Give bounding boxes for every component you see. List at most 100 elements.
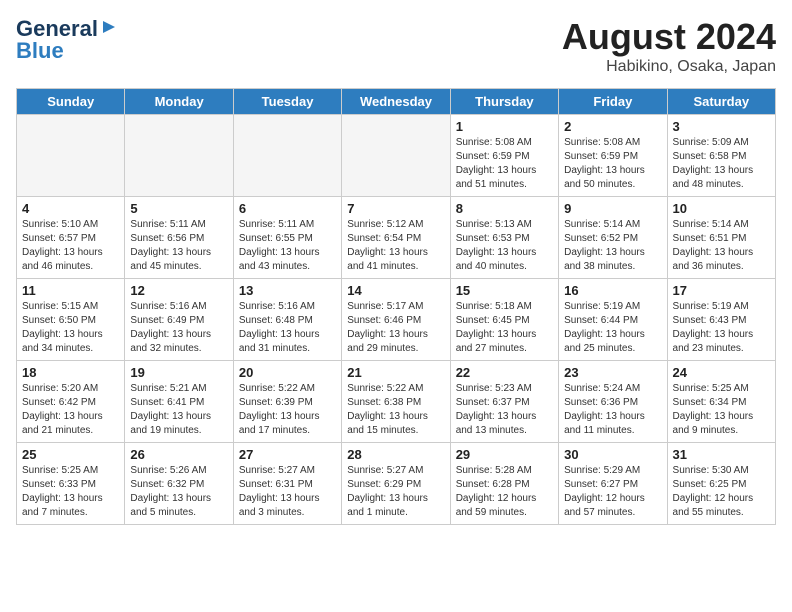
calendar-cell: 22 Sunrise: 5:23 AM Sunset: 6:37 PM Dayli… <box>450 361 558 443</box>
page-header: General Blue August 2024 Habikino, Osaka… <box>16 16 776 76</box>
day-info: Sunrise: 5:15 AM Sunset: 6:50 PM Dayligh… <box>22 300 119 356</box>
day-info: Sunrise: 5:14 AM Sunset: 6:52 PM Dayligh… <box>564 218 661 274</box>
calendar-cell: 2 Sunrise: 5:08 AM Sunset: 6:59 PM Daylig… <box>559 115 667 197</box>
logo-blue: Blue <box>16 38 64 64</box>
day-number: 31 <box>673 447 770 462</box>
day-number: 15 <box>456 283 553 298</box>
day-number: 12 <box>130 283 227 298</box>
day-number: 25 <box>22 447 119 462</box>
calendar-cell: 4Sunrise: 5:10 AM Sunset: 6:57 PM Daylig… <box>17 197 125 279</box>
calendar-cell: 12 Sunrise: 5:16 AM Sunset: 6:49 PM Dayli… <box>125 279 233 361</box>
day-number: 8 <box>456 201 553 216</box>
day-info: Sunrise: 5:22 AM Sunset: 6:38 PM Dayligh… <box>347 382 444 438</box>
day-number: 4 <box>22 201 119 216</box>
calendar-cell: 29 Sunrise: 5:28 AM Sunset: 6:28 PM Dayli… <box>450 443 558 525</box>
day-number: 10 <box>673 201 770 216</box>
calendar-cell: 30 Sunrise: 5:29 AM Sunset: 6:27 PM Dayli… <box>559 443 667 525</box>
day-info: Sunrise: 5:22 AM Sunset: 6:39 PM Dayligh… <box>239 382 336 438</box>
day-number: 13 <box>239 283 336 298</box>
day-number: 23 <box>564 365 661 380</box>
day-info: Sunrise: 5:12 AM Sunset: 6:54 PM Dayligh… <box>347 218 444 274</box>
day-info: Sunrise: 5:09 AM Sunset: 6:58 PM Dayligh… <box>673 136 770 192</box>
calendar-cell: 7Sunrise: 5:12 AM Sunset: 6:54 PM Daylig… <box>342 197 450 279</box>
calendar-cell: 14 Sunrise: 5:17 AM Sunset: 6:46 PM Dayli… <box>342 279 450 361</box>
calendar-cell <box>125 115 233 197</box>
weekday-header-saturday: Saturday <box>667 89 775 115</box>
day-number: 29 <box>456 447 553 462</box>
weekday-header-sunday: Sunday <box>17 89 125 115</box>
day-info: Sunrise: 5:29 AM Sunset: 6:27 PM Dayligh… <box>564 464 661 520</box>
day-number: 3 <box>673 119 770 134</box>
weekday-header-friday: Friday <box>559 89 667 115</box>
calendar-cell: 23 Sunrise: 5:24 AM Sunset: 6:36 PM Dayli… <box>559 361 667 443</box>
calendar-cell: 10Sunrise: 5:14 AM Sunset: 6:51 PM Dayli… <box>667 197 775 279</box>
calendar-cell <box>17 115 125 197</box>
day-number: 30 <box>564 447 661 462</box>
day-number: 6 <box>239 201 336 216</box>
day-info: Sunrise: 5:17 AM Sunset: 6:46 PM Dayligh… <box>347 300 444 356</box>
day-number: 16 <box>564 283 661 298</box>
weekday-header-monday: Monday <box>125 89 233 115</box>
day-number: 11 <box>22 283 119 298</box>
calendar-cell: 9 Sunrise: 5:14 AM Sunset: 6:52 PM Daylig… <box>559 197 667 279</box>
calendar-cell: 13 Sunrise: 5:16 AM Sunset: 6:48 PM Dayli… <box>233 279 341 361</box>
calendar-cell: 16 Sunrise: 5:19 AM Sunset: 6:44 PM Dayli… <box>559 279 667 361</box>
logo-arrow-icon <box>101 19 117 40</box>
calendar-cell: 28 Sunrise: 5:27 AM Sunset: 6:29 PM Dayli… <box>342 443 450 525</box>
calendar-cell: 15 Sunrise: 5:18 AM Sunset: 6:45 PM Dayli… <box>450 279 558 361</box>
weekday-header-thursday: Thursday <box>450 89 558 115</box>
calendar-cell: 25Sunrise: 5:25 AM Sunset: 6:33 PM Dayli… <box>17 443 125 525</box>
day-number: 18 <box>22 365 119 380</box>
day-info: Sunrise: 5:26 AM Sunset: 6:32 PM Dayligh… <box>130 464 227 520</box>
calendar-cell: 18Sunrise: 5:20 AM Sunset: 6:42 PM Dayli… <box>17 361 125 443</box>
calendar-cell: 17 Sunrise: 5:19 AM Sunset: 6:43 PM Dayli… <box>667 279 775 361</box>
day-number: 2 <box>564 119 661 134</box>
day-number: 14 <box>347 283 444 298</box>
day-info: Sunrise: 5:23 AM Sunset: 6:37 PM Dayligh… <box>456 382 553 438</box>
day-number: 27 <box>239 447 336 462</box>
day-number: 21 <box>347 365 444 380</box>
day-info: Sunrise: 5:24 AM Sunset: 6:36 PM Dayligh… <box>564 382 661 438</box>
day-info: Sunrise: 5:08 AM Sunset: 6:59 PM Dayligh… <box>564 136 661 192</box>
calendar-cell: 8 Sunrise: 5:13 AM Sunset: 6:53 PM Daylig… <box>450 197 558 279</box>
calendar-cell: 31 Sunrise: 5:30 AM Sunset: 6:25 PM Dayli… <box>667 443 775 525</box>
day-info: Sunrise: 5:11 AM Sunset: 6:55 PM Dayligh… <box>239 218 336 274</box>
day-info: Sunrise: 5:18 AM Sunset: 6:45 PM Dayligh… <box>456 300 553 356</box>
day-number: 26 <box>130 447 227 462</box>
day-number: 19 <box>130 365 227 380</box>
calendar-cell: 6 Sunrise: 5:11 AM Sunset: 6:55 PM Daylig… <box>233 197 341 279</box>
calendar-cell: 27Sunrise: 5:27 AM Sunset: 6:31 PM Dayli… <box>233 443 341 525</box>
day-number: 9 <box>564 201 661 216</box>
day-number: 17 <box>673 283 770 298</box>
calendar-week-row-1: 1Sunrise: 5:08 AM Sunset: 6:59 PM Daylig… <box>17 115 776 197</box>
month-year-title: August 2024 <box>562 16 776 58</box>
logo: General Blue <box>16 16 117 64</box>
day-info: Sunrise: 5:11 AM Sunset: 6:56 PM Dayligh… <box>130 218 227 274</box>
calendar-week-row-2: 4Sunrise: 5:10 AM Sunset: 6:57 PM Daylig… <box>17 197 776 279</box>
day-info: Sunrise: 5:16 AM Sunset: 6:48 PM Dayligh… <box>239 300 336 356</box>
calendar-cell: 1Sunrise: 5:08 AM Sunset: 6:59 PM Daylig… <box>450 115 558 197</box>
weekday-header-tuesday: Tuesday <box>233 89 341 115</box>
day-info: Sunrise: 5:16 AM Sunset: 6:49 PM Dayligh… <box>130 300 227 356</box>
day-info: Sunrise: 5:19 AM Sunset: 6:44 PM Dayligh… <box>564 300 661 356</box>
day-number: 20 <box>239 365 336 380</box>
calendar-cell <box>233 115 341 197</box>
calendar-cell: 11 Sunrise: 5:15 AM Sunset: 6:50 PM Dayli… <box>17 279 125 361</box>
day-number: 28 <box>347 447 444 462</box>
calendar-cell: 19 Sunrise: 5:21 AM Sunset: 6:41 PM Dayli… <box>125 361 233 443</box>
calendar-week-row-3: 11 Sunrise: 5:15 AM Sunset: 6:50 PM Dayli… <box>17 279 776 361</box>
day-number: 5 <box>130 201 227 216</box>
day-info: Sunrise: 5:28 AM Sunset: 6:28 PM Dayligh… <box>456 464 553 520</box>
calendar-cell: 24Sunrise: 5:25 AM Sunset: 6:34 PM Dayli… <box>667 361 775 443</box>
day-info: Sunrise: 5:30 AM Sunset: 6:25 PM Dayligh… <box>673 464 770 520</box>
day-number: 22 <box>456 365 553 380</box>
calendar-cell: 5 Sunrise: 5:11 AM Sunset: 6:56 PM Daylig… <box>125 197 233 279</box>
day-info: Sunrise: 5:27 AM Sunset: 6:29 PM Dayligh… <box>347 464 444 520</box>
location-subtitle: Habikino, Osaka, Japan <box>562 58 776 76</box>
weekday-header-wednesday: Wednesday <box>342 89 450 115</box>
day-info: Sunrise: 5:21 AM Sunset: 6:41 PM Dayligh… <box>130 382 227 438</box>
day-info: Sunrise: 5:13 AM Sunset: 6:53 PM Dayligh… <box>456 218 553 274</box>
weekday-header-row: SundayMondayTuesdayWednesdayThursdayFrid… <box>17 89 776 115</box>
calendar-cell: 21 Sunrise: 5:22 AM Sunset: 6:38 PM Dayli… <box>342 361 450 443</box>
day-info: Sunrise: 5:19 AM Sunset: 6:43 PM Dayligh… <box>673 300 770 356</box>
